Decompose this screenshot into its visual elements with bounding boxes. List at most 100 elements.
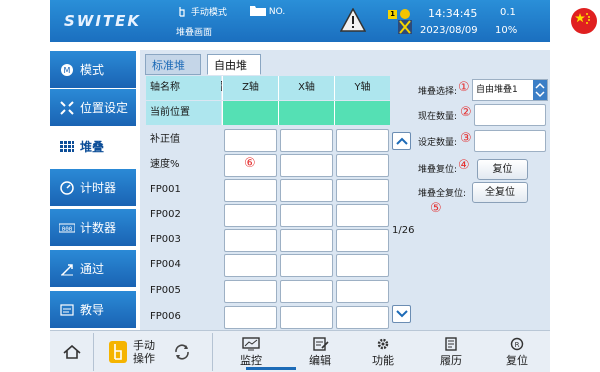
marker-4: ④ [458, 158, 470, 173]
stack-all-reset-button[interactable]: 全复位 [472, 182, 528, 203]
table-row: FP001 [146, 178, 390, 202]
fp-y-input[interactable] [336, 280, 389, 303]
set-count-label: 设定数量: [418, 138, 458, 148]
warning-icon[interactable] [340, 8, 366, 32]
fp-y-input[interactable] [336, 306, 389, 329]
top-bar: SWITEK 手动模式 堆叠画面 NO. 1 14:34:45 2023/08/… [50, 0, 597, 42]
gear-icon [377, 338, 389, 349]
hand-icon [109, 341, 127, 363]
china-flag-icon[interactable] [571, 8, 597, 34]
history-icon [445, 336, 457, 351]
nav-item-position[interactable]: 位置设定 [50, 89, 136, 126]
worker-icon[interactable]: 1 [388, 6, 414, 36]
nav-item-mode[interactable]: M 模式 [50, 51, 136, 88]
speed-x-input[interactable] [280, 154, 333, 177]
compensation-y-input[interactable] [336, 129, 389, 152]
home-icon [63, 344, 81, 359]
nav-item-timer[interactable]: 计时器 [50, 169, 136, 206]
nav-function[interactable]: 功能 [352, 332, 414, 372]
tab-free-stack[interactable]: 自由堆叠 [207, 54, 261, 93]
nav-function-label: 功能 [372, 353, 394, 367]
x-axis-header: X轴 [278, 76, 334, 100]
fp-x-input[interactable] [280, 280, 333, 303]
nav-monitor[interactable]: 监控 [220, 332, 282, 372]
table-row: FP005 [146, 279, 390, 303]
marker-1: ① [458, 80, 470, 95]
current-position-row: 当前位置 [146, 101, 390, 125]
row-label: FP004 [150, 259, 181, 270]
brand-logo: SWITEK [64, 12, 142, 30]
manual-operation-button[interactable]: 手动 操作 [98, 332, 164, 372]
nav-label: 通过 [80, 262, 105, 276]
nav-item-stack[interactable]: 堆叠 [50, 128, 142, 165]
fp-y-input[interactable] [336, 229, 389, 252]
fp-z-input[interactable] [224, 179, 277, 202]
stack-select-dropdown[interactable]: 自由堆叠1 [472, 79, 548, 101]
fp-y-input[interactable] [336, 254, 389, 277]
fp-x-input[interactable] [280, 306, 333, 329]
program-number[interactable]: NO. [250, 5, 285, 17]
stack-reset-button[interactable]: 复位 [477, 159, 528, 180]
row-label: FP003 [150, 234, 181, 245]
row-label: FP001 [150, 184, 181, 195]
fp-z-input[interactable] [224, 229, 277, 252]
nav-label: 堆叠 [80, 140, 105, 154]
manual-op-label: 手动 [133, 339, 155, 352]
home-button[interactable] [56, 332, 88, 372]
cycle-icon [175, 344, 189, 360]
tab-standard-stack[interactable]: 标准堆叠 [145, 54, 201, 93]
fp-y-input[interactable] [336, 179, 389, 202]
table-row: FP006 [146, 305, 390, 329]
position-icon [58, 100, 76, 115]
nav-reset[interactable]: R 复位 [486, 332, 548, 372]
folder-icon [250, 6, 266, 16]
fp-z-input[interactable] [224, 280, 277, 303]
nav-item-pass[interactable]: 通过 [50, 250, 136, 287]
chevron-down-icon [395, 310, 408, 318]
spinner-icon[interactable] [533, 80, 547, 100]
fp-x-input[interactable] [280, 204, 333, 227]
row-label: FP002 [150, 209, 181, 220]
stack-select-value: 自由堆叠1 [476, 85, 518, 95]
marker-2: ② [460, 105, 472, 120]
manual-op-label-2: 操作 [133, 352, 155, 365]
fp-y-input[interactable] [336, 204, 389, 227]
edit-icon [313, 336, 329, 351]
scroll-up-button[interactable] [392, 132, 411, 150]
y-axis-header: Y轴 [334, 76, 390, 100]
compensation-z-input[interactable] [224, 129, 277, 152]
stack-control-panel: 堆叠选择: ① 现在数量: ② 设定数量: ③ 堆叠复位: ④ 堆叠全复位: ⑤ [416, 76, 550, 330]
marker-5: ⑤ [430, 201, 442, 216]
fp-x-input[interactable] [280, 229, 333, 252]
stack-reset-label: 堆叠复位: [418, 165, 458, 175]
current-x-value [278, 101, 334, 125]
clock-date: 2023/08/09 [420, 25, 478, 36]
nav-item-counter[interactable]: 000 计数器 [50, 209, 136, 246]
clock-time: 14:34:45 [428, 7, 478, 20]
fp-z-input[interactable] [224, 204, 277, 227]
timer-icon [58, 180, 76, 195]
fp-x-input[interactable] [280, 254, 333, 277]
svg-text:R: R [515, 341, 520, 349]
bottom-bar: 手动 操作 监控 编辑 功能 履历 R 复位 [50, 330, 550, 372]
current-y-value [334, 101, 390, 125]
compensation-x-input[interactable] [280, 129, 333, 152]
current-count-field[interactable] [474, 104, 546, 126]
nav-history[interactable]: 履历 [420, 332, 482, 372]
nav-label: 位置设定 [80, 101, 129, 115]
cycle-button[interactable] [168, 332, 196, 372]
set-count-field[interactable] [474, 130, 546, 152]
speed-y-input[interactable] [336, 154, 389, 177]
scroll-down-button[interactable] [392, 305, 411, 323]
speed-row: 速度% ⑥ [146, 153, 390, 177]
svg-text:M: M [64, 66, 71, 75]
nav-item-teach[interactable]: 教导 [50, 291, 136, 328]
fp-z-input[interactable] [224, 306, 277, 329]
nav-edit[interactable]: 编辑 [288, 332, 352, 372]
fp-x-input[interactable] [280, 179, 333, 202]
active-tab-indicator [246, 367, 296, 370]
table-row: FP004 [146, 253, 390, 277]
current-position-label: 当前位置 [146, 101, 221, 125]
fp-z-input[interactable] [224, 254, 277, 277]
nav-edit-label: 编辑 [309, 353, 331, 367]
